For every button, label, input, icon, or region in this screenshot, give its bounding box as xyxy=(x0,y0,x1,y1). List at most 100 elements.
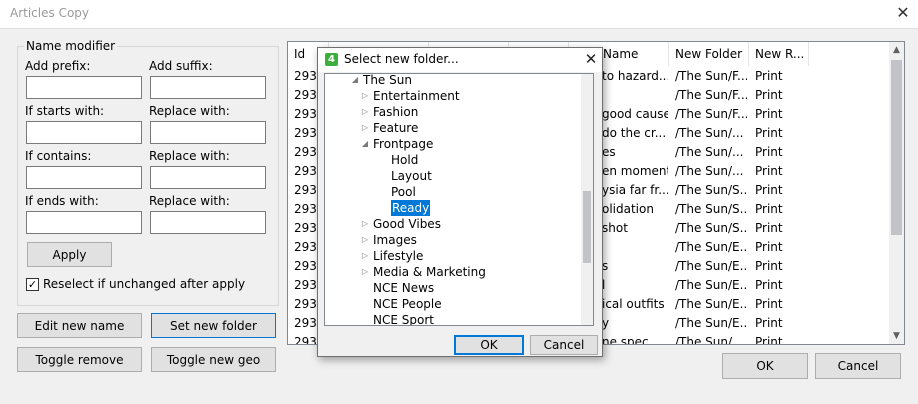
add-suffix-input[interactable] xyxy=(150,76,266,99)
cell-new-folder: /The Sun/S... xyxy=(675,221,747,235)
tree-node[interactable]: The Sun xyxy=(363,74,412,88)
if-starts-with-input[interactable] xyxy=(26,121,142,144)
close-icon[interactable]: ✕ xyxy=(893,3,913,23)
replace-ends-input[interactable] xyxy=(150,211,266,234)
toggle-new-geo-button[interactable]: Toggle new geo xyxy=(151,347,276,372)
collapsed-arrow-icon[interactable]: ▷ xyxy=(360,120,370,136)
column-header-new-r[interactable]: New R... xyxy=(749,42,809,66)
cell-name: ne spec xyxy=(602,335,649,345)
cell-new-r: Print xyxy=(755,335,783,345)
collapsed-arrow-icon[interactable]: ▷ xyxy=(360,88,370,104)
tree-node[interactable]: Entertainment xyxy=(373,88,460,104)
cell-new-folder: /The Sun/ xyxy=(675,335,733,345)
cell-new-folder: /The Sun/... xyxy=(675,164,744,178)
cell-new-r: Print xyxy=(755,88,783,102)
cell-new-folder: /The Sun/E... xyxy=(675,259,747,273)
cell-new-folder: /The Sun/E... xyxy=(675,316,747,330)
dialog-title-bar: 4 Select new folder... ✕ xyxy=(318,48,602,72)
scroll-down-icon[interactable]: ▼ xyxy=(889,328,904,344)
if-starts-with-label: If starts with: xyxy=(25,104,105,118)
cell-name xyxy=(602,86,668,105)
tree-node[interactable]: Good Vibes xyxy=(373,216,441,232)
cell-new-r: Print xyxy=(755,297,783,311)
select-folder-dialog: 4 Select new folder... ✕ ◢ The Sun ▷ Entert… xyxy=(317,47,603,357)
tree-node[interactable]: Fashion xyxy=(373,104,418,120)
window-title: Articles Copy xyxy=(10,6,90,20)
cell-new-r: Print xyxy=(755,69,783,83)
dialog-close-icon[interactable]: ✕ xyxy=(582,49,600,69)
cell-new-r: Print xyxy=(755,145,783,159)
cell-name xyxy=(602,238,668,257)
if-ends-with-input[interactable] xyxy=(26,211,142,234)
tree-node[interactable]: Hold xyxy=(391,152,418,168)
cell-new-folder: /The Sun/F... xyxy=(675,88,747,102)
list-scroll-thumb[interactable] xyxy=(891,60,902,235)
name-modifier-legend: Name modifier xyxy=(24,39,118,53)
cell-new-folder: /The Sun/E... xyxy=(675,297,747,311)
cell-name: ical outfits xyxy=(602,297,665,311)
collapsed-arrow-icon[interactable]: ▷ xyxy=(360,264,370,280)
cell-new-folder: /The Sun/F... xyxy=(675,107,747,121)
replace-with-label-3: Replace with: xyxy=(149,194,230,208)
collapsed-arrow-icon[interactable]: ▷ xyxy=(360,248,370,264)
tree-node[interactable]: NCE People xyxy=(373,296,442,312)
replace-with-label-1: Replace with: xyxy=(149,104,230,118)
collapsed-arrow-icon[interactable]: ▷ xyxy=(360,232,370,248)
column-header-new-folder[interactable]: New Folder xyxy=(669,42,749,66)
cancel-button[interactable]: Cancel xyxy=(815,353,901,379)
tree-node[interactable]: Lifestyle xyxy=(373,248,423,264)
cell-name: en moment xyxy=(602,164,668,178)
if-contains-input[interactable] xyxy=(26,166,142,189)
tree-node[interactable]: Frontpage xyxy=(373,136,433,152)
expanded-arrow-icon[interactable]: ◢ xyxy=(360,136,370,152)
folder-tree[interactable]: ◢ The Sun ▷ Entertainment ▷ Fashion ▷ Feature ◢ F… xyxy=(324,73,594,326)
reselect-checkbox[interactable]: ✓ xyxy=(26,278,39,291)
dialog-cancel-button[interactable]: Cancel xyxy=(530,335,598,355)
tree-node[interactable]: Ready xyxy=(391,200,431,216)
apply-button[interactable]: Apply xyxy=(27,242,112,267)
collapsed-arrow-icon[interactable]: ▷ xyxy=(360,104,370,120)
expanded-arrow-icon[interactable]: ◢ xyxy=(350,74,360,88)
app-icon: 4 xyxy=(325,53,338,66)
edit-new-name-button[interactable]: Edit new name xyxy=(17,313,142,338)
reselect-label: Reselect if unchanged after apply xyxy=(43,277,246,291)
checkmark-icon: ✓ xyxy=(27,278,38,291)
cell-name: y xyxy=(602,316,610,330)
cell-name: es xyxy=(602,145,616,159)
cell-new-r: Print xyxy=(755,259,783,273)
replace-starts-input[interactable] xyxy=(150,121,266,144)
replace-with-label-2: Replace with: xyxy=(149,149,230,163)
cell-name: good cause xyxy=(602,107,668,121)
tree-node[interactable]: Layout xyxy=(391,168,432,184)
tree-node[interactable]: Media & Marketing xyxy=(373,264,486,280)
cell-new-r: Print xyxy=(755,278,783,292)
cell-name: do the cr... xyxy=(602,126,667,140)
tree-scroll-thumb[interactable] xyxy=(583,191,591,263)
collapsed-arrow-icon[interactable]: ▷ xyxy=(360,216,370,232)
cell-new-folder: /The Sun/... xyxy=(675,145,744,159)
add-prefix-label: Add prefix: xyxy=(25,59,91,73)
cell-new-folder: /The Sun/F... xyxy=(675,69,747,83)
tree-node[interactable]: Pool xyxy=(391,184,416,200)
cell-name: l xyxy=(602,278,606,292)
set-new-folder-button[interactable]: Set new folder xyxy=(151,313,276,338)
if-ends-with-label: If ends with: xyxy=(25,194,99,208)
tree-node[interactable]: NCE News xyxy=(373,280,434,296)
cell-new-r: Print xyxy=(755,316,783,330)
add-prefix-input[interactable] xyxy=(26,76,142,99)
dialog-ok-button[interactable]: OK xyxy=(454,335,524,355)
tree-node[interactable]: Images xyxy=(373,232,417,248)
cell-name: shot xyxy=(602,221,628,235)
scroll-up-icon[interactable]: ▲ xyxy=(889,42,904,58)
tree-node[interactable]: Feature xyxy=(373,120,418,136)
replace-contains-input[interactable] xyxy=(150,166,266,189)
cell-new-folder: /The Sun/E... xyxy=(675,240,747,254)
cell-new-r: Print xyxy=(755,240,783,254)
toggle-remove-button[interactable]: Toggle remove xyxy=(17,347,142,372)
if-contains-label: If contains: xyxy=(25,149,92,163)
cell-new-r: Print xyxy=(755,202,783,216)
tree-node[interactable]: NCE Sport xyxy=(373,312,434,325)
cell-new-folder: /The Sun/S... xyxy=(675,202,747,216)
cell-name: to hazard... xyxy=(602,69,668,83)
ok-button[interactable]: OK xyxy=(722,353,808,379)
